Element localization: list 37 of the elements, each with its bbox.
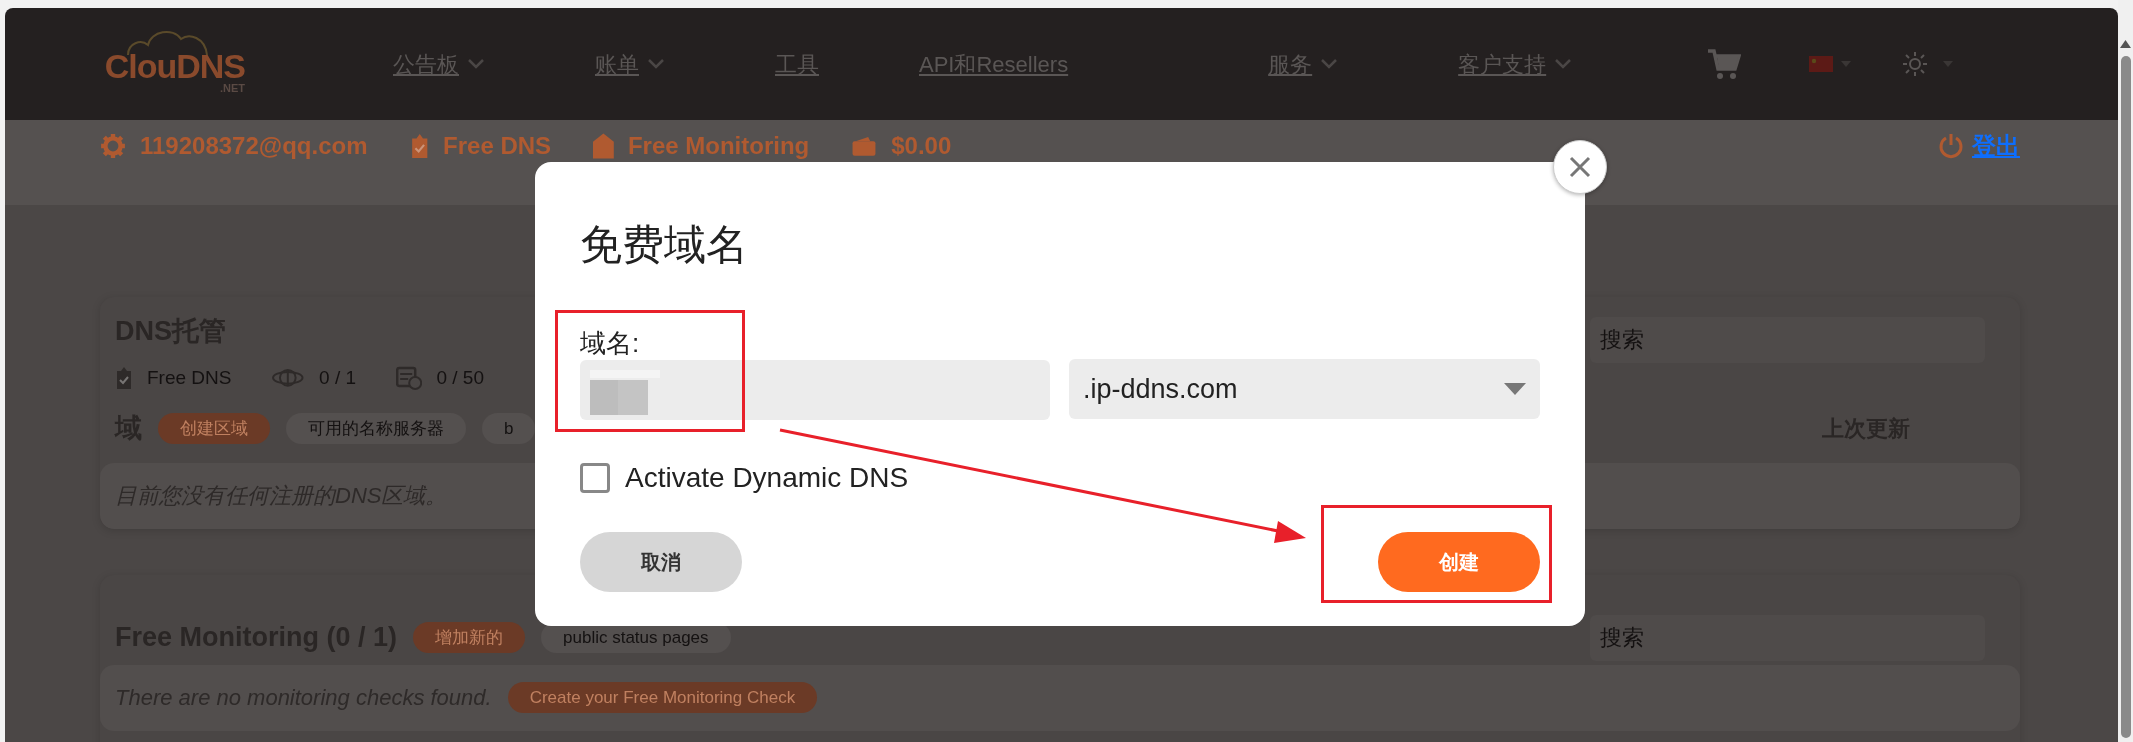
search-field[interactable]: 搜索 [1590, 317, 1985, 363]
scrollbar-thumb[interactable] [2120, 56, 2131, 738]
caret-down-icon [1504, 383, 1526, 396]
field-label: 域名: [580, 328, 641, 360]
tag-icon [593, 133, 614, 159]
clipboard-check-icon [115, 365, 133, 390]
clipboard-check-icon [409, 133, 430, 159]
theme-selector[interactable] [1903, 52, 1954, 76]
account-link[interactable]: Free Monitoring [627, 128, 810, 164]
account-link[interactable]: $0.00 [891, 128, 952, 164]
checkbox-label: Activate Dynamic DNS [625, 460, 909, 495]
create-button[interactable]: 创建 [1378, 531, 1540, 592]
flag-icon [1809, 56, 1834, 72]
tag-button[interactable]: b [482, 412, 536, 444]
tag-button[interactable]: 增加新的 [413, 621, 525, 654]
zone-select[interactable]: .ip-ddns.com [1069, 359, 1540, 420]
account-link[interactable]: Free DNS [443, 128, 552, 164]
tag-button[interactable]: 可用的名称服务器 [286, 412, 466, 444]
power-icon [1938, 133, 1964, 159]
server-globe-icon [396, 365, 423, 390]
language-selector[interactable] [1809, 56, 1852, 72]
sun-icon [1903, 52, 1928, 76]
globe-icon [271, 366, 306, 389]
scroll-up-icon[interactable] [2120, 40, 2131, 48]
cart-icon[interactable] [1707, 47, 1742, 81]
modal-title: 免费域名 [580, 220, 749, 270]
account-link[interactable]: 119208372@qq.com [140, 128, 368, 164]
domain-input-field[interactable] [580, 359, 1050, 420]
wallet-icon [851, 135, 878, 157]
cancel-button[interactable]: 取消 [580, 531, 742, 592]
create-check-button[interactable]: Create your Free Monitoring Check [507, 681, 818, 714]
search-field[interactable]: 搜索 [1590, 614, 1985, 661]
close-icon [1569, 156, 1591, 178]
logout-link[interactable]: 登出 [1938, 128, 2020, 164]
tag-button[interactable]: 创建区域 [158, 412, 270, 444]
checkbox[interactable] [580, 462, 610, 493]
gear-icon [100, 133, 126, 159]
